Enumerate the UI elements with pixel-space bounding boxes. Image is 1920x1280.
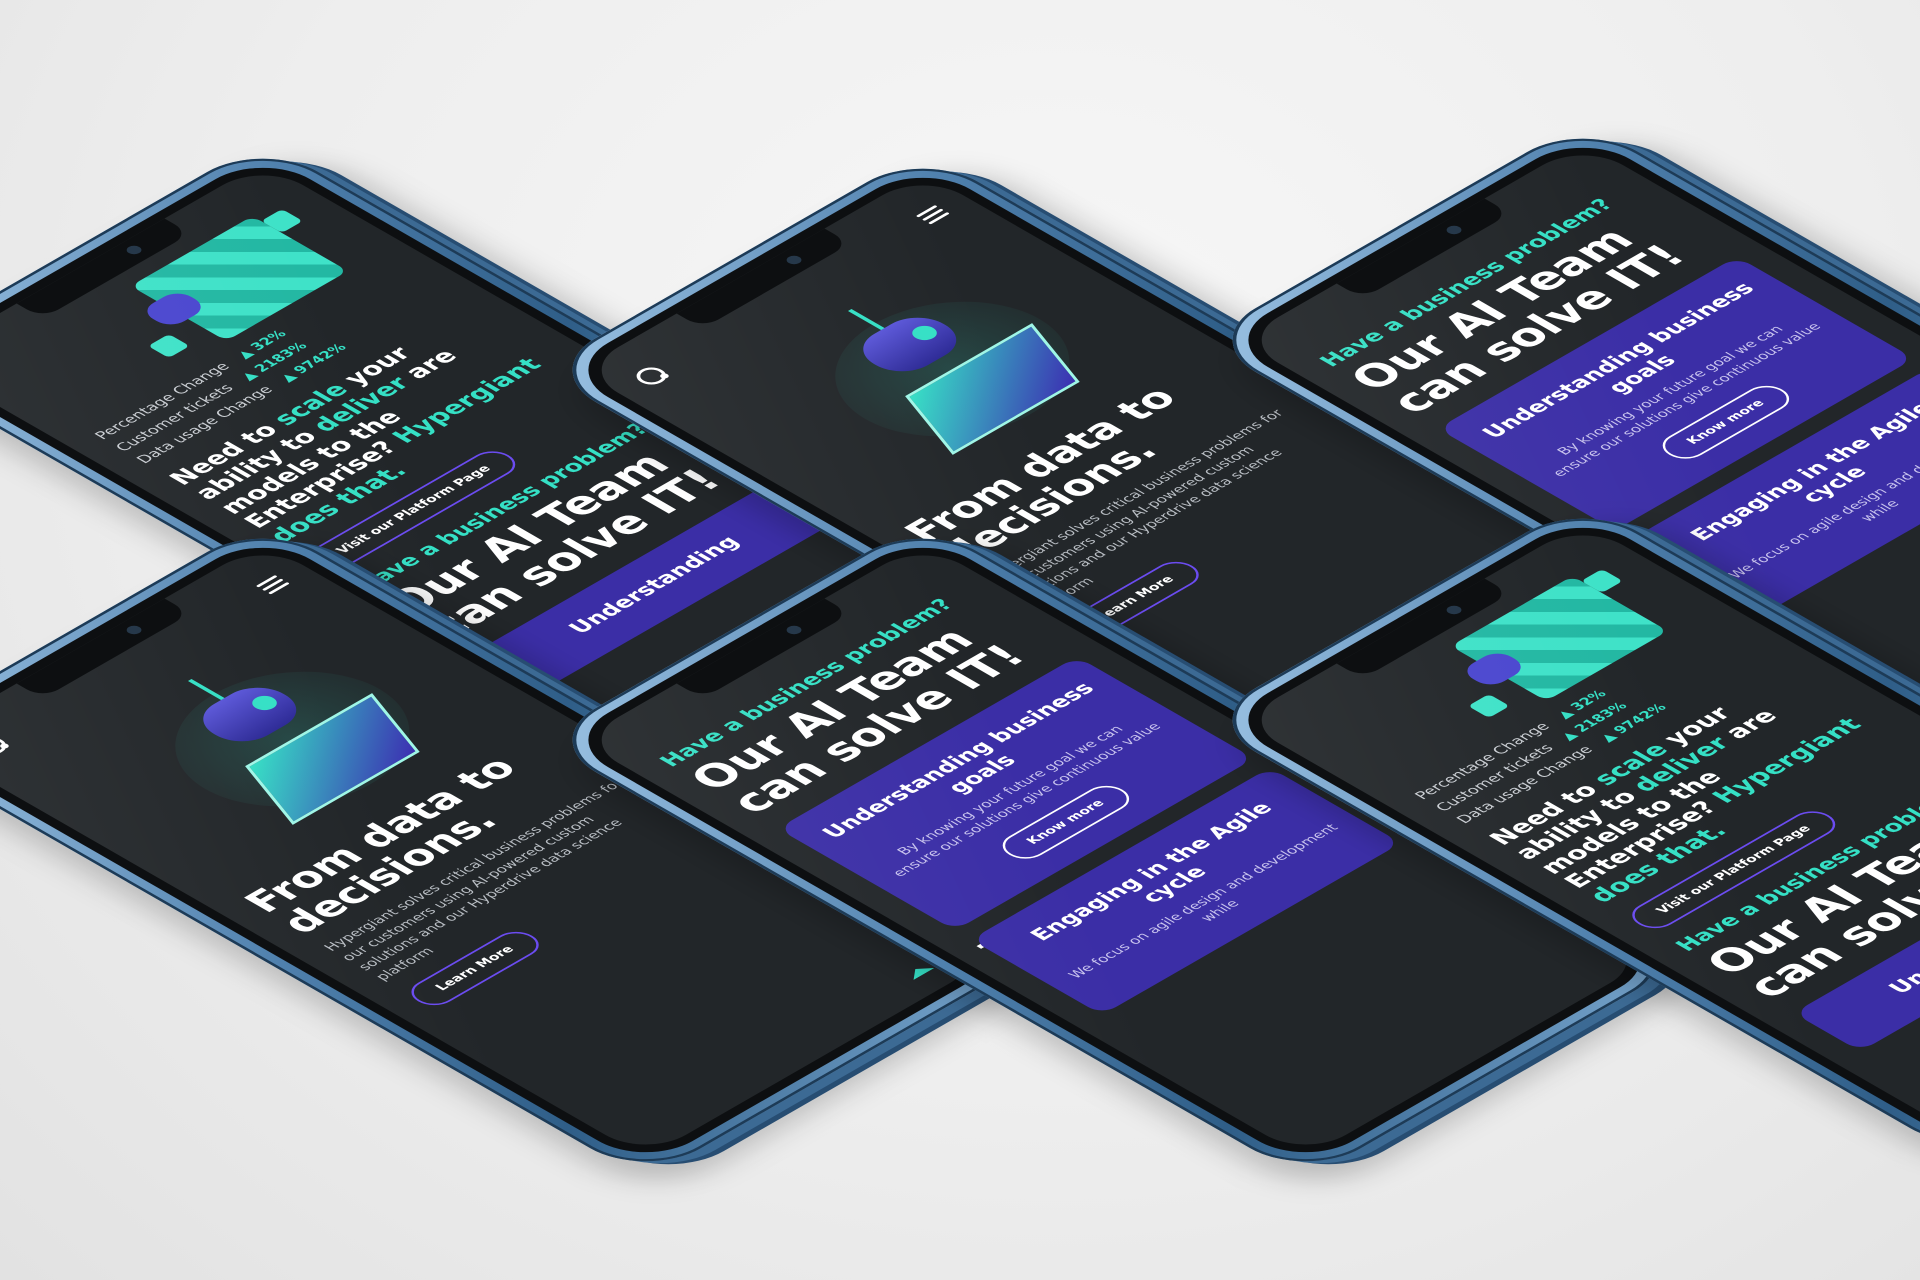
mockup-stage: Percentage Change▲ 32% Customer tickets▲…: [0, 0, 1920, 1280]
